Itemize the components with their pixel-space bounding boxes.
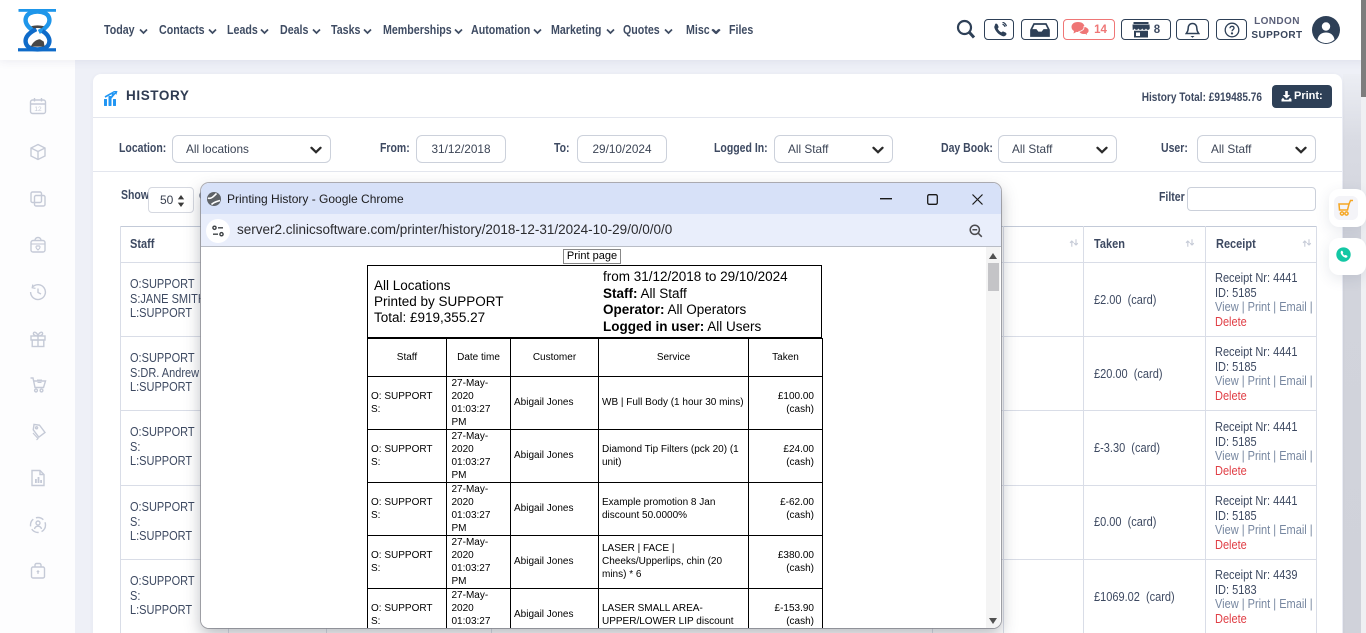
svg-text:12: 12 — [34, 106, 42, 113]
